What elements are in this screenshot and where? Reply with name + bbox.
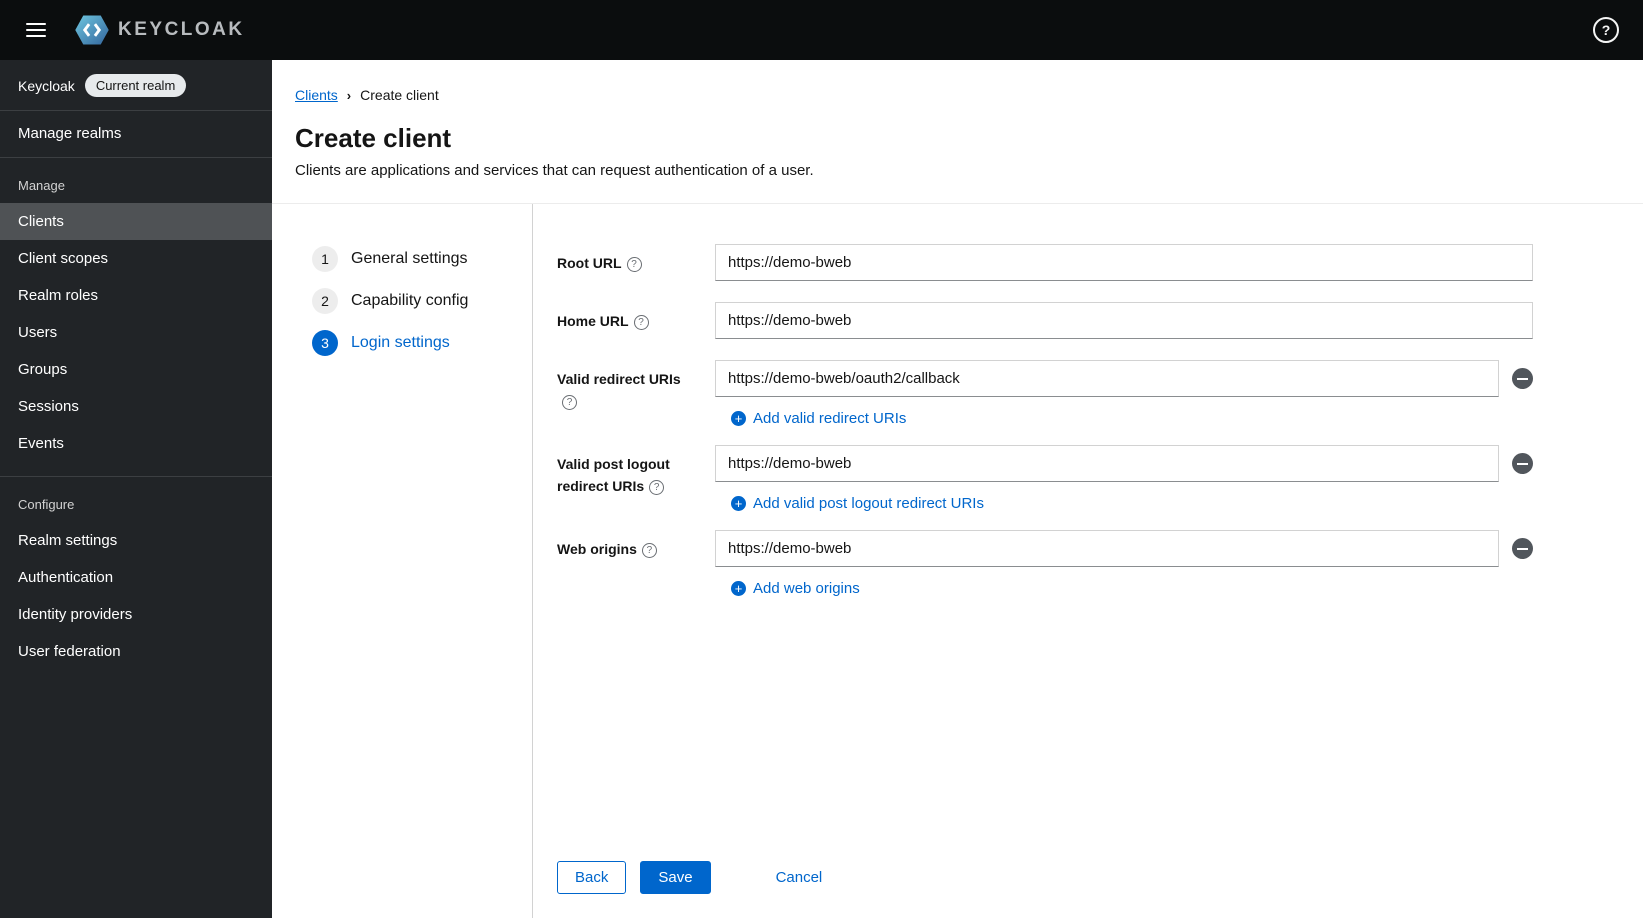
main-content: Clients › Create client Create client Cl… bbox=[272, 60, 1643, 918]
field-label-text: Home URL bbox=[557, 313, 629, 329]
remove-redirect-uri-button[interactable] bbox=[1512, 368, 1533, 389]
minus-icon bbox=[1517, 377, 1528, 380]
valid-redirect-uri-input[interactable] bbox=[715, 360, 1499, 397]
create-client-wizard: 1 General settings 2 Capability config 3… bbox=[272, 203, 1643, 918]
sidebar-item-events[interactable]: Events bbox=[0, 425, 272, 462]
sidebar-item-realm-settings[interactable]: Realm settings bbox=[0, 522, 272, 559]
brand-text: KEYCLOAK bbox=[118, 19, 245, 40]
page-title: Create client bbox=[295, 123, 452, 153]
question-circle-icon[interactable]: ? bbox=[641, 543, 657, 558]
sidebar-item-clients[interactable]: Clients bbox=[0, 203, 272, 240]
login-settings-form: Root URL? Home URL? bbox=[533, 204, 1643, 918]
plus-circle-icon: + bbox=[731, 496, 746, 511]
hamburger-menu-icon[interactable] bbox=[16, 10, 56, 50]
page-subtitle: Clients are applications and services th… bbox=[295, 162, 814, 179]
step-label: Capability config bbox=[351, 292, 469, 309]
sidebar-section-manage: Manage bbox=[18, 178, 65, 193]
wizard-footer: Back Save Cancel bbox=[557, 837, 1533, 894]
post-logout-redirect-uri-input[interactable] bbox=[715, 445, 1499, 482]
realm-name: Keycloak bbox=[18, 77, 75, 94]
minus-icon bbox=[1517, 547, 1528, 550]
step-label: Login settings bbox=[351, 334, 450, 351]
page-header: Clients › Create client Create client Cl… bbox=[272, 60, 1643, 203]
keycloak-admin-console: KEYCLOAK ? Keycloak Current realm Manage… bbox=[0, 0, 1643, 918]
wizard-step-general-settings[interactable]: 1 General settings bbox=[312, 238, 532, 280]
question-circle-icon[interactable]: ? bbox=[562, 394, 577, 410]
field-label: Valid post logout redirect URIs? bbox=[557, 445, 715, 520]
field-label: Home URL? bbox=[557, 302, 715, 339]
sidebar-item-users[interactable]: Users bbox=[0, 314, 272, 351]
sidebar-item-realm-roles[interactable]: Realm roles bbox=[0, 277, 272, 314]
cancel-button[interactable]: Cancel bbox=[759, 862, 840, 893]
save-button[interactable]: Save bbox=[640, 861, 711, 894]
step-number: 1 bbox=[312, 246, 338, 272]
sidebar-item-sessions[interactable]: Sessions bbox=[0, 388, 272, 425]
sidebar-item-groups[interactable]: Groups bbox=[0, 351, 272, 388]
sidebar-item-manage-realms[interactable]: Manage realms bbox=[0, 111, 272, 158]
current-realm-badge: Current realm bbox=[84, 74, 187, 97]
plus-circle-icon: + bbox=[731, 411, 746, 426]
field-web-origins: Web origins? + Add web origins bbox=[557, 530, 1533, 605]
wizard-nav: 1 General settings 2 Capability config 3… bbox=[272, 204, 533, 918]
sidebar-item-client-scopes[interactable]: Client scopes bbox=[0, 240, 272, 277]
sidebar-item-authentication[interactable]: Authentication bbox=[0, 559, 272, 596]
breadcrumb: Clients › Create client bbox=[295, 87, 1619, 103]
add-link-label: Add web origins bbox=[753, 580, 860, 597]
step-number: 3 bbox=[312, 330, 338, 356]
question-circle-icon[interactable]: ? bbox=[633, 315, 649, 330]
field-label: Valid redirect URIs? bbox=[557, 360, 715, 435]
add-link-label: Add valid redirect URIs bbox=[753, 410, 907, 427]
field-label-text: Web origins bbox=[557, 541, 637, 557]
sidebar-section-configure: Configure bbox=[18, 497, 75, 512]
field-home-url: Home URL? bbox=[557, 302, 1533, 339]
keycloak-logo-icon bbox=[75, 15, 109, 45]
breadcrumb-current: Create client bbox=[360, 87, 439, 103]
home-url-input[interactable] bbox=[715, 302, 1533, 339]
field-label-text: Valid redirect URIs bbox=[557, 371, 681, 387]
question-circle-icon[interactable]: ? bbox=[649, 479, 665, 495]
step-number: 2 bbox=[312, 288, 338, 314]
breadcrumb-clients-link[interactable]: Clients bbox=[295, 87, 338, 103]
remove-web-origin-button[interactable] bbox=[1512, 538, 1533, 559]
field-label: Web origins? bbox=[557, 530, 715, 605]
help-icon[interactable]: ? bbox=[1593, 17, 1619, 43]
add-web-origins-button[interactable]: + Add web origins bbox=[731, 580, 860, 597]
realm-switcher[interactable]: Keycloak Current realm bbox=[0, 60, 272, 111]
add-valid-redirect-uri-button[interactable]: + Add valid redirect URIs bbox=[731, 410, 906, 427]
keycloak-logo: KEYCLOAK bbox=[74, 14, 245, 46]
wizard-step-capability-config[interactable]: 2 Capability config bbox=[312, 280, 532, 322]
field-label: Root URL? bbox=[557, 244, 715, 281]
add-link-label: Add valid post logout redirect URIs bbox=[753, 495, 984, 512]
chevron-right-icon: › bbox=[346, 87, 352, 103]
back-button[interactable]: Back bbox=[557, 861, 627, 894]
remove-post-logout-uri-button[interactable] bbox=[1512, 453, 1533, 474]
sidebar-item-identity-providers[interactable]: Identity providers bbox=[0, 596, 272, 633]
add-post-logout-redirect-uri-button[interactable]: + Add valid post logout redirect URIs bbox=[731, 495, 984, 512]
plus-circle-icon: + bbox=[731, 581, 746, 596]
root-url-input[interactable] bbox=[715, 244, 1533, 281]
topbar: KEYCLOAK ? bbox=[0, 0, 1643, 60]
step-label: General settings bbox=[351, 250, 468, 267]
wizard-step-login-settings[interactable]: 3 Login settings bbox=[312, 322, 532, 364]
sidebar: Keycloak Current realm Manage realms Man… bbox=[0, 60, 272, 918]
field-label-text: Root URL bbox=[557, 255, 622, 271]
field-valid-post-logout-redirect-uris: Valid post logout redirect URIs? + Add v… bbox=[557, 445, 1533, 520]
web-origins-input[interactable] bbox=[715, 530, 1499, 567]
sidebar-item-user-federation[interactable]: User federation bbox=[0, 633, 272, 670]
field-root-url: Root URL? bbox=[557, 244, 1533, 281]
question-circle-icon[interactable]: ? bbox=[626, 257, 642, 272]
field-valid-redirect-uris: Valid redirect URIs? + Add valid redirec… bbox=[557, 360, 1533, 435]
minus-icon bbox=[1517, 462, 1528, 465]
